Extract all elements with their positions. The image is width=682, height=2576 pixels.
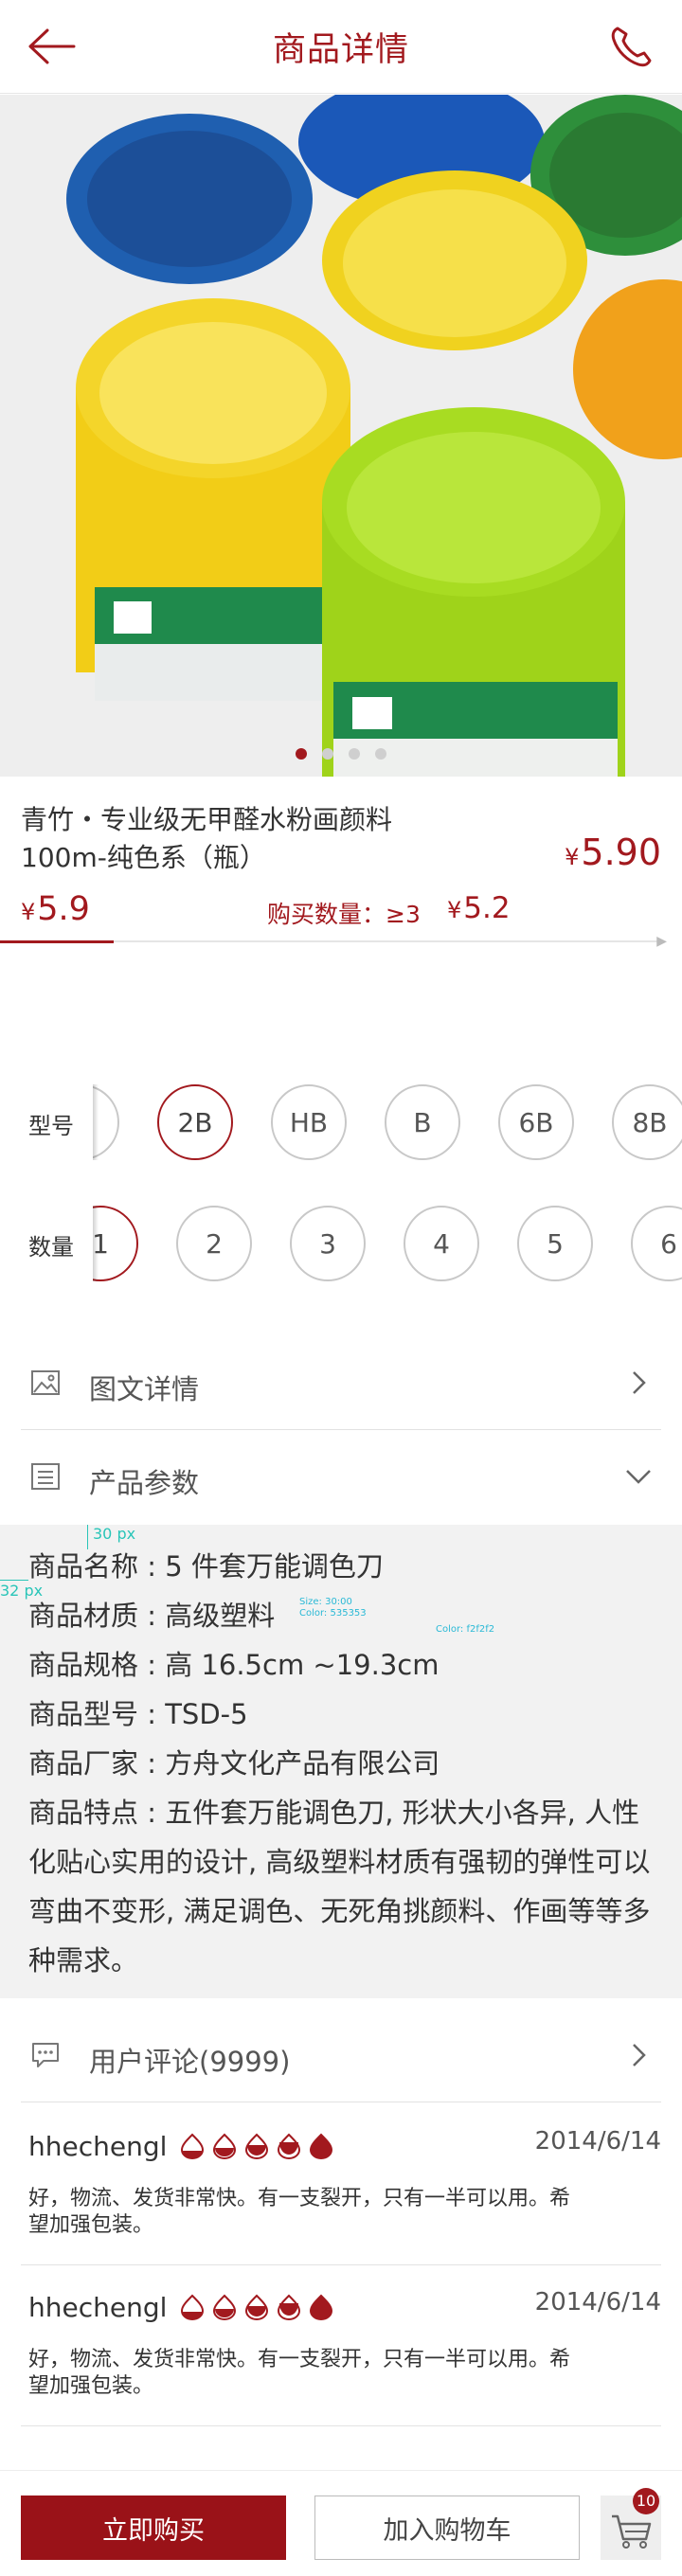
quantity-option[interactable]: 2 xyxy=(176,1206,252,1281)
bottom-action-bar: 立即购买 加入购物车 10 xyxy=(0,2470,682,2576)
drop-icon xyxy=(212,2294,237,2320)
quantity-option-row: 数量 1 2 3 4 5 6 xyxy=(0,1206,682,1281)
cart-count-badge: 10 xyxy=(633,2488,659,2514)
currency-symbol: ¥ xyxy=(565,844,580,870)
model-option[interactable]: 6B xyxy=(498,1084,574,1160)
param-name: 商品名称 : 5 件套万能调色刀 xyxy=(28,1550,384,1583)
review-item: hhechengl 2014/6/14 好，物流、发货非常快。有一支裂开，只有一… xyxy=(21,2265,661,2426)
annotation-size: Size: 30:00 xyxy=(299,1597,352,1607)
review-date: 2014/6/14 xyxy=(534,2127,661,2156)
quantity-option[interactable]: 6 xyxy=(631,1206,682,1281)
product-params-panel: 30 px 32 px Size: 30:00 Color: 535353 Co… xyxy=(0,1525,682,1998)
model-option[interactable]: 8B xyxy=(612,1084,682,1160)
chevron-right-icon xyxy=(633,2044,646,2066)
single-price: ¥5.9 xyxy=(21,890,90,928)
active-tier-bar xyxy=(0,940,114,943)
quantity-option[interactable]: 4 xyxy=(404,1206,479,1281)
price-value: 5.90 xyxy=(581,832,661,873)
quantity-label: 数量 xyxy=(28,1234,74,1261)
review-rating xyxy=(180,2133,333,2159)
phone-icon[interactable] xyxy=(608,23,654,70)
carousel-dot[interactable] xyxy=(322,748,333,760)
product-name: 青竹・专业级无甲醛水粉画颜料100m-纯色系（瓶） xyxy=(21,804,393,873)
drop-icon xyxy=(309,2133,333,2159)
review-user: hhechengl xyxy=(28,2292,168,2323)
size-annotation: Size: 30:00 Color: 535353 xyxy=(299,1597,367,1619)
drop-icon xyxy=(277,2294,301,2320)
quantity-option[interactable]: 5 xyxy=(517,1206,593,1281)
section-product-params[interactable]: 产品参数 xyxy=(21,1431,661,1524)
model-option-row: 型号 B 2B HB B 6B 8B xyxy=(0,1084,682,1160)
drop-icon xyxy=(277,2133,301,2159)
drop-icon xyxy=(180,2294,205,2320)
carousel-dot[interactable] xyxy=(375,748,386,760)
quantity-options-scroller[interactable]: 1 2 3 4 5 6 xyxy=(93,1206,682,1281)
product-image-carousel[interactable] xyxy=(0,95,682,777)
carousel-dots xyxy=(0,748,682,760)
single-price-value: 5.9 xyxy=(37,890,90,928)
header-bar: 商品详情 xyxy=(0,0,682,94)
model-option-selected[interactable]: 2B xyxy=(157,1084,233,1160)
review-text: 好，物流、发货非常快。有一支裂开，只有一半可以用。希望加强包装。 xyxy=(28,2348,571,2398)
model-label: 型号 xyxy=(28,1113,74,1139)
review-rating xyxy=(180,2294,333,2320)
model-options-scroller[interactable]: B 2B HB B 6B 8B xyxy=(93,1084,682,1160)
arrow-right-icon: ▶ xyxy=(656,934,667,949)
cart-button[interactable]: 10 xyxy=(601,2488,661,2560)
currency-symbol: ¥ xyxy=(21,899,36,925)
model-option[interactable]: B xyxy=(385,1084,460,1160)
param-model: 商品型号 : TSD-5 xyxy=(28,1698,248,1730)
bulk-price-value: 5.2 xyxy=(463,891,511,925)
chevron-right-icon xyxy=(633,1371,646,1394)
chevron-down-icon xyxy=(626,1470,651,1484)
drop-icon xyxy=(309,2294,333,2320)
section-label: 图文详情 xyxy=(89,1373,200,1405)
bulk-quantity-label: 购买数量：≥3 xyxy=(267,901,421,928)
quantity-option[interactable]: 3 xyxy=(290,1206,366,1281)
param-features: 商品特点 : 五件套万能调色刀, 形状大小各异, 人性化贴心实用的设计, 高级塑… xyxy=(28,1797,651,1977)
drop-icon xyxy=(244,2133,269,2159)
chat-icon xyxy=(32,2043,59,2067)
annotation-line xyxy=(0,1580,28,1581)
review-date: 2014/6/14 xyxy=(534,2288,661,2317)
review-text: 好，物流、发货非常快。有一支裂开，只有一半可以用。希望加强包装。 xyxy=(28,2187,571,2237)
color-annotation: Color: f2f2f2 xyxy=(436,1624,495,1635)
price-tier-row: ¥5.9 购买数量：≥3 ¥5.2 xyxy=(21,890,665,928)
annotation-color: Color: 535353 xyxy=(299,1608,367,1619)
buy-now-button[interactable]: 立即购买 xyxy=(21,2496,286,2560)
spacing-annotation: 30 px xyxy=(93,1525,136,1543)
section-label: 产品参数 xyxy=(89,1467,200,1499)
image-icon xyxy=(31,1370,60,1395)
quantity-option-selected[interactable]: 1 xyxy=(93,1206,138,1281)
section-user-reviews[interactable]: 用户评论(9999) xyxy=(21,2010,661,2102)
scroll-fade-edge xyxy=(93,1084,99,1160)
section-image-detail[interactable]: 图文详情 xyxy=(21,1337,661,1430)
drop-icon xyxy=(212,2133,237,2159)
product-price: ¥5.90 xyxy=(565,832,661,873)
scroll-fade-edge xyxy=(93,1206,99,1281)
drop-icon xyxy=(244,2294,269,2320)
param-spec: 商品规格 : 高 16.5cm ~19.3cm xyxy=(28,1649,440,1681)
review-item: hhechengl 2014/6/14 好，物流、发货非常快。有一支裂开，只有一… xyxy=(21,2104,661,2265)
page-title: 商品详情 xyxy=(272,31,409,69)
bulk-price: ¥5.2 xyxy=(447,891,511,925)
add-to-cart-button[interactable]: 加入购物车 xyxy=(314,2496,580,2560)
param-maker: 商品厂家 : 方舟文化产品有限公司 xyxy=(28,1747,440,1780)
product-photo xyxy=(0,95,682,777)
param-material: 商品材质 : 高级塑料 xyxy=(28,1600,276,1632)
currency-symbol: ¥ xyxy=(447,897,462,923)
model-option[interactable]: HB xyxy=(271,1084,347,1160)
carousel-dot[interactable] xyxy=(296,748,307,760)
carousel-dot[interactable] xyxy=(349,748,360,760)
review-user: hhechengl xyxy=(28,2131,168,2162)
drop-icon xyxy=(180,2133,205,2159)
section-label: 用户评论(9999) xyxy=(89,2046,291,2078)
price-tier-indicator: ▶ xyxy=(0,934,667,949)
list-icon xyxy=(31,1463,60,1490)
